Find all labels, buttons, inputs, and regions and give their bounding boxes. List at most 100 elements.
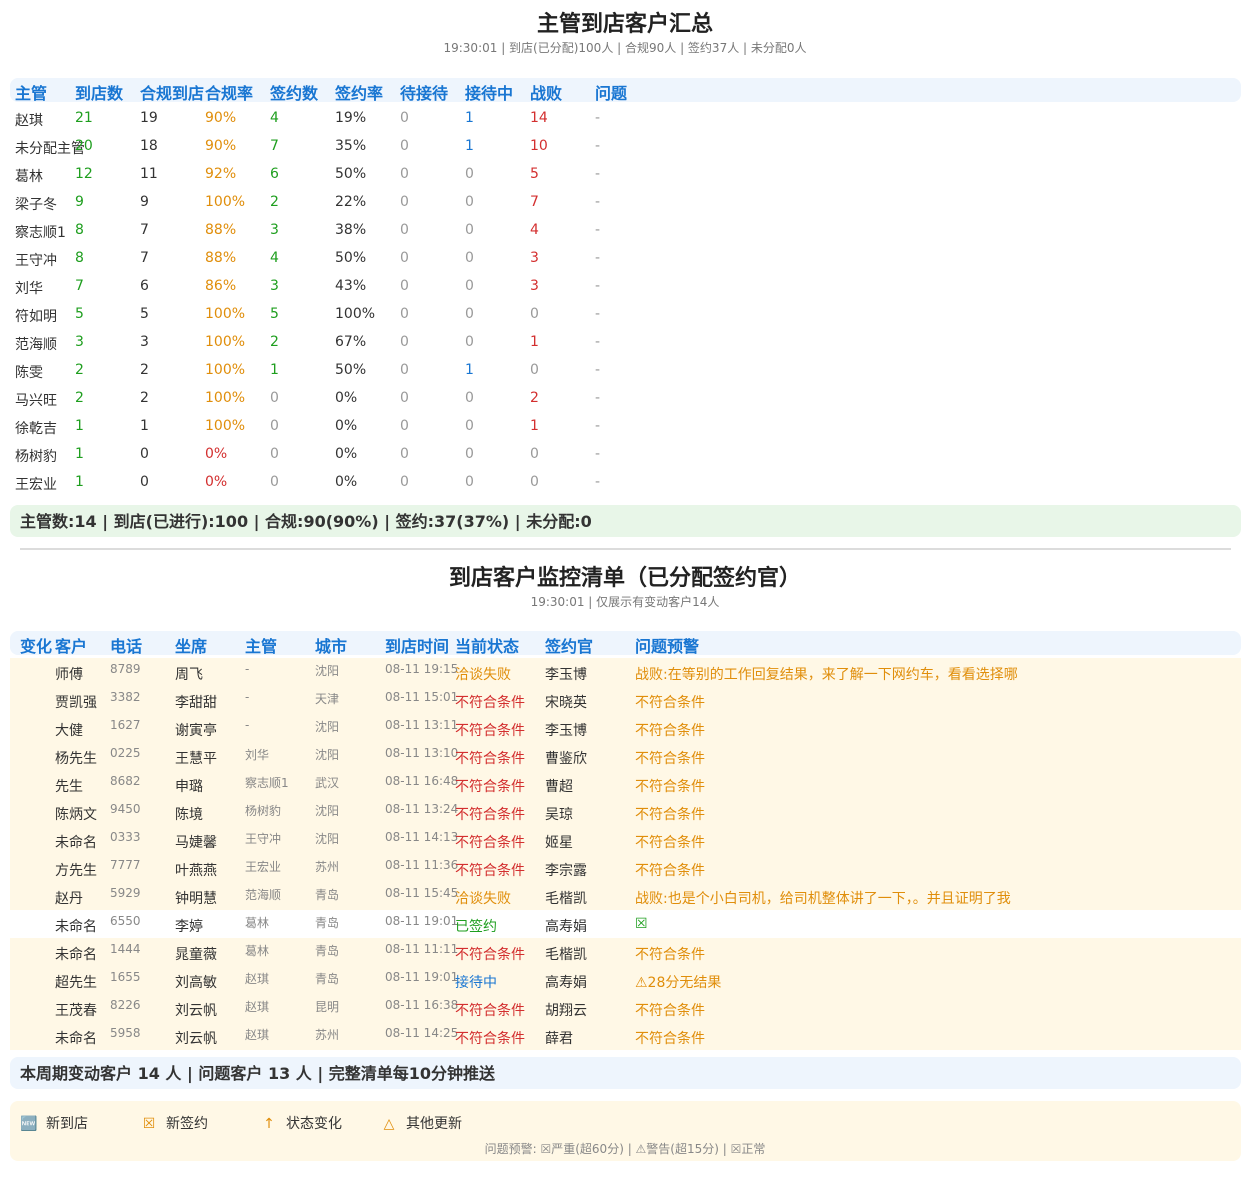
- monitor-cell-col-supervisor: 葛林: [245, 916, 270, 930]
- summary-cell-col-receiving: 0: [465, 474, 474, 490]
- header-col-lost: 战败: [530, 84, 563, 103]
- legend-label: 新签约: [166, 1116, 208, 1132]
- monitor-cell-col-status: 不符合条件: [455, 835, 525, 851]
- monitor-cell-col-city: 苏州: [315, 1028, 340, 1042]
- monitor-cell-col-phone: 5958: [110, 1026, 141, 1040]
- monitor-cell-col-status: 不符合条件: [455, 1031, 525, 1047]
- monitor-cell-col-city: 青岛: [315, 888, 340, 902]
- monitor-cell-col-status: 洽谈失败: [455, 667, 511, 683]
- summary-cell-col-compliance-rate: 100%: [205, 418, 246, 434]
- monitor-cell-col-status: 接待中: [455, 975, 497, 991]
- summary-cell-col-pending: 0: [400, 390, 409, 406]
- header-col-arrival-time: 到店时间: [385, 637, 450, 656]
- legend-label: 状态变化: [286, 1116, 342, 1132]
- header-col-receiving: 接待中: [465, 84, 514, 103]
- summary-cell-col-lost: 14: [530, 110, 548, 126]
- header-col-issue: 问题: [595, 84, 628, 103]
- other-update-icon: △: [383, 1116, 395, 1132]
- summary-cell-col-compliant: 0: [140, 474, 149, 490]
- summary-cell-col-compliant: 19: [140, 110, 158, 126]
- summary-cell-col-arrivals: 21: [75, 110, 93, 126]
- monitor-cell-col-city: 沈阳: [315, 832, 340, 846]
- summary-cell-col-supervisor: 葛林: [15, 169, 43, 185]
- summary-cell-col-compliant: 0: [140, 446, 149, 462]
- summary-cell-col-issue: -: [595, 390, 601, 406]
- new-signed-icon: ☒: [142, 1116, 156, 1132]
- monitor-cell-col-phone: 6550: [110, 914, 141, 928]
- monitor-cell-col-phone: 0225: [110, 746, 141, 760]
- monitor-footer: 本周期变动客户 14 人 | 问题客户 13 人 | 完整清单每10分钟推送: [10, 1057, 1241, 1089]
- summary-cell-col-compliance-rate: 88%: [205, 222, 237, 238]
- summary-cell-col-receiving: 0: [465, 194, 474, 210]
- summary-cell-col-compliant: 7: [140, 250, 149, 266]
- summary-cell-col-pending: 0: [400, 138, 409, 154]
- monitor-cell-col-city: 昆明: [315, 1000, 340, 1014]
- monitor-cell-col-phone: 3382: [110, 690, 141, 704]
- monitor-cell-col-alert: 战败:也是个小白司机，给司机整体讲了一下，。并且证明了我: [635, 891, 1011, 907]
- monitor-cell-col-agent: 王慧平: [175, 751, 217, 767]
- summary-cell-col-lost: 1: [530, 334, 539, 350]
- monitor-cell-col-status: 不符合条件: [455, 947, 525, 963]
- monitor-cell-col-arrival-time: 08-11 19:15: [385, 662, 459, 676]
- new-arrival-icon: 🆕: [20, 1116, 38, 1132]
- summary-cell-col-receiving: 0: [465, 278, 474, 294]
- summary-cell-col-lost: 1: [530, 418, 539, 434]
- monitor-cell-col-phone: 5929: [110, 886, 141, 900]
- monitor-cell-col-arrival-time: 08-11 15:45: [385, 886, 459, 900]
- summary-title: 主管到店客户汇总: [536, 12, 713, 37]
- summary-cell-col-pending: 0: [400, 166, 409, 182]
- summary-cell-col-lost: 10: [530, 138, 548, 154]
- monitor-cell-col-signer: 胡翔云: [545, 1003, 587, 1019]
- legend-label: 新到店: [46, 1116, 88, 1132]
- monitor-cell-col-phone: 1444: [110, 942, 141, 956]
- summary-cell-col-compliance-rate: 100%: [205, 194, 246, 210]
- summary-cell-col-signed: 2: [270, 334, 279, 350]
- summary-cell-col-sign-rate: 50%: [335, 362, 367, 378]
- monitor-cell-col-phone: 8226: [110, 998, 141, 1012]
- summary-cell-col-pending: 0: [400, 418, 409, 434]
- summary-cell-col-supervisor: 赵琪: [15, 113, 43, 129]
- summary-cell-col-supervisor: 刘华: [15, 281, 43, 297]
- monitor-cell-col-alert: 不符合条件: [635, 835, 705, 851]
- monitor-cell-col-agent: 李婷: [175, 919, 203, 935]
- summary-cell-col-pending: 0: [400, 278, 409, 294]
- monitor-cell-col-signer: 曹鉴欣: [545, 751, 587, 767]
- summary-cell-col-sign-rate: 0%: [335, 418, 358, 434]
- monitor-cell-col-alert: 不符合条件: [635, 947, 705, 963]
- section-divider: [20, 548, 1231, 550]
- summary-cell-col-receiving: 0: [465, 446, 474, 462]
- monitor-cell-col-arrival-time: 08-11 16:48: [385, 774, 459, 788]
- summary-cell-col-compliant: 6: [140, 278, 149, 294]
- summary-cell-col-compliance-rate: 92%: [205, 166, 237, 182]
- monitor-cell-col-arrival-time: 08-11 13:24: [385, 802, 459, 816]
- summary-cell-col-sign-rate: 0%: [335, 390, 358, 406]
- summary-cell-col-compliant: 5: [140, 306, 149, 322]
- summary-cell-col-arrivals: 7: [75, 278, 84, 294]
- summary-cell-col-receiving: 0: [465, 166, 474, 182]
- summary-cell-col-signed: 0: [270, 446, 279, 462]
- header-col-supervisor: 主管: [15, 84, 48, 103]
- monitor-cell-col-alert: 战败:在等别的工作回复结果，来了解一下网约车，看看选择哪: [635, 667, 1018, 683]
- monitor-cell-col-city: 沈阳: [315, 664, 340, 678]
- summary-subtitle: 19:30:01 | 到店(已分配)100人 | 合规90人 | 签约37人 |…: [443, 41, 807, 55]
- monitor-cell-col-supervisor: -: [245, 690, 250, 704]
- header-col-arrivals: 到店数: [75, 84, 124, 103]
- monitor-cell-col-customer: 方先生: [55, 863, 97, 879]
- monitor-cell-col-status: 不符合条件: [455, 1003, 525, 1019]
- summary-cell-col-pending: 0: [400, 222, 409, 238]
- summary-cell-col-receiving: 0: [465, 306, 474, 322]
- summary-cell-col-sign-rate: 50%: [335, 250, 367, 266]
- summary-cell-col-arrivals: 1: [75, 418, 84, 434]
- summary-cell-col-sign-rate: 38%: [335, 222, 367, 238]
- monitor-cell-col-phone: 9450: [110, 802, 141, 816]
- monitor-cell-col-supervisor: 赵琪: [245, 1028, 270, 1042]
- monitor-cell-col-arrival-time: 08-11 11:36: [385, 858, 459, 872]
- summary-cell-col-arrivals: 3: [75, 334, 84, 350]
- header-col-change: 变化: [20, 637, 53, 656]
- summary-cell-col-pending: 0: [400, 334, 409, 350]
- monitor-cell-col-city: 武汉: [315, 776, 340, 790]
- summary-cell-col-signed: 4: [270, 110, 279, 126]
- monitor-cell-col-arrival-time: 08-11 11:11: [385, 942, 459, 956]
- summary-cell-col-receiving: 0: [465, 390, 474, 406]
- monitor-cell-col-alert: 不符合条件: [635, 695, 705, 711]
